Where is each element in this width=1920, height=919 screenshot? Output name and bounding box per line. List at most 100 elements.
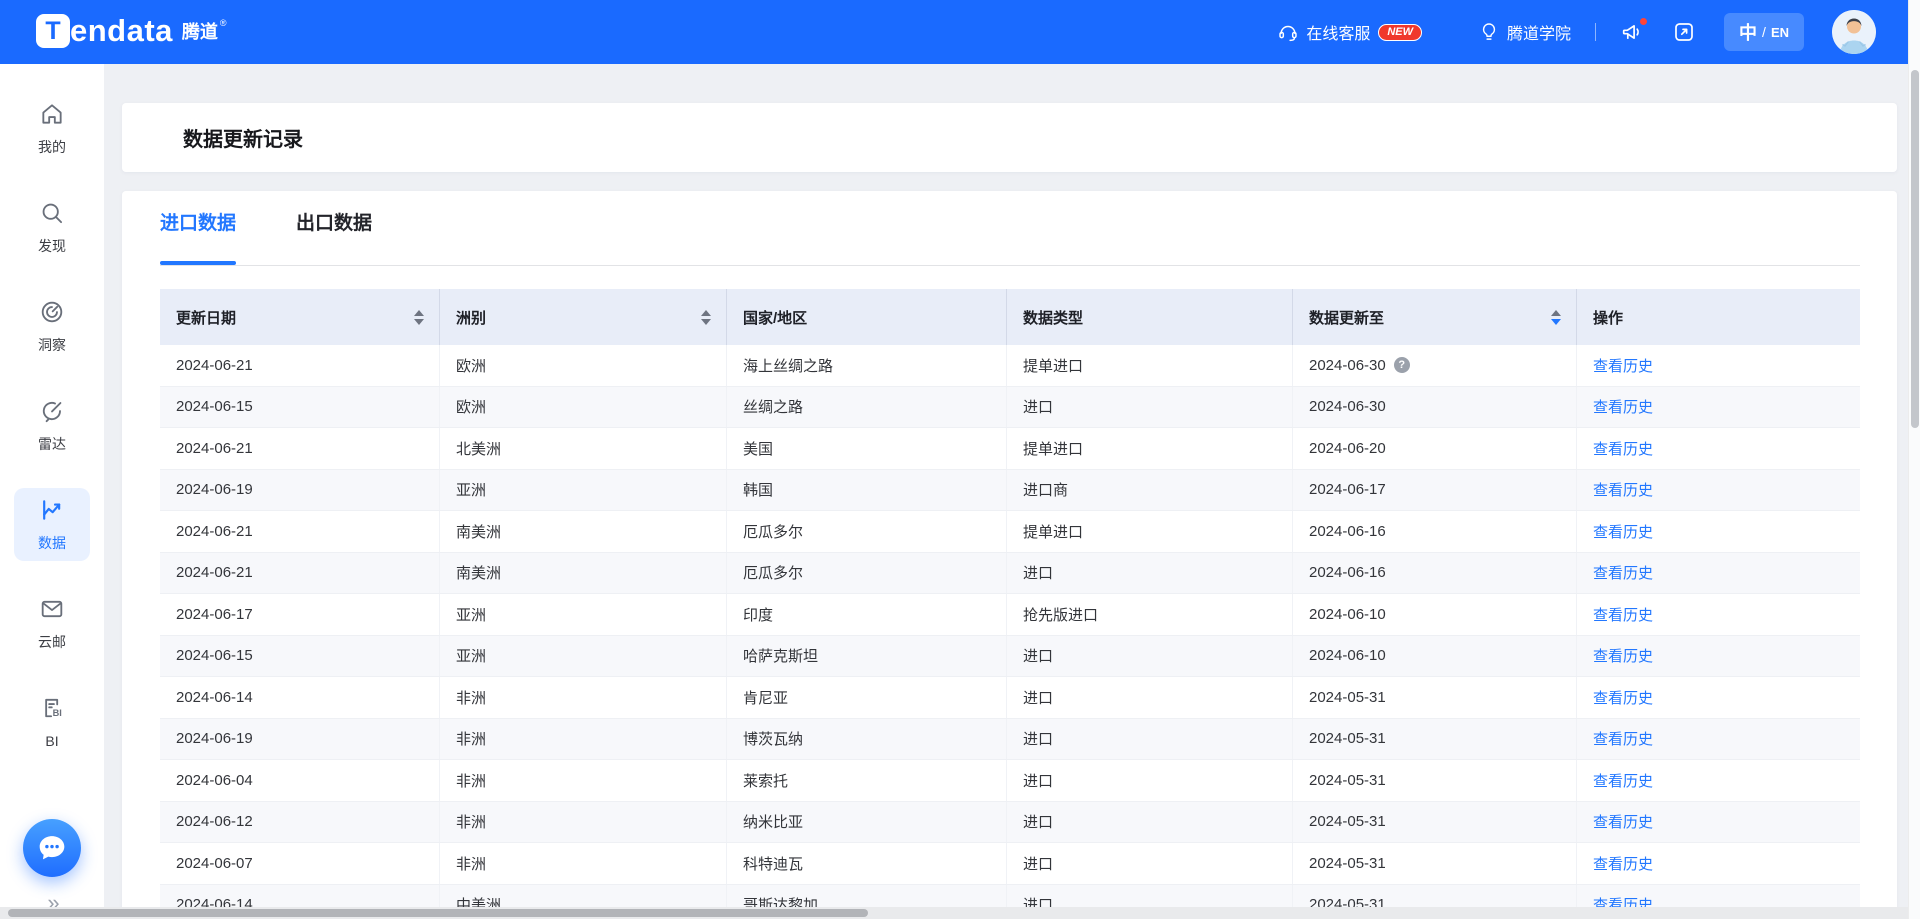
view-history-link[interactable]: 查看历史 <box>1593 438 1653 459</box>
view-history-link[interactable]: 查看历史 <box>1593 562 1653 583</box>
column-header-label: 洲别 <box>456 307 486 328</box>
announcement-button[interactable] <box>1620 20 1644 44</box>
view-history-link[interactable]: 查看历史 <box>1593 521 1653 542</box>
column-header-continent[interactable]: 洲别 <box>440 289 727 345</box>
cell-value: 丝绸之路 <box>743 396 803 417</box>
tab-export-data[interactable]: 出口数据 <box>296 213 372 265</box>
view-history-link[interactable]: 查看历史 <box>1593 811 1653 832</box>
column-header-updated_to[interactable]: 数据更新至 <box>1293 289 1577 345</box>
headset-icon <box>1277 21 1299 43</box>
cell-updated_to: 2024-06-16 <box>1293 553 1577 594</box>
cell-date: 2024-06-21 <box>160 428 440 469</box>
cell-value: 提单进口 <box>1023 521 1083 542</box>
sidebar-item-label: 我的 <box>38 139 66 156</box>
cell-type: 进口 <box>1007 760 1293 801</box>
sort-descending-icon <box>414 319 424 325</box>
brand-logo[interactable]: T endata 腾道 ® <box>36 12 227 52</box>
cell-country: 印度 <box>727 594 1007 635</box>
view-history-link[interactable]: 查看历史 <box>1593 479 1653 500</box>
view-history-link[interactable]: 查看历史 <box>1593 728 1653 749</box>
sidebar-item-insight[interactable]: 洞察 <box>14 290 90 363</box>
view-history-link[interactable]: 查看历史 <box>1593 604 1653 625</box>
cell-country: 韩国 <box>727 470 1007 511</box>
mail-icon <box>39 596 65 627</box>
view-history-link[interactable]: 查看历史 <box>1593 770 1653 791</box>
cell-updated_to: 2024-05-31 <box>1293 802 1577 843</box>
column-header-label: 更新日期 <box>176 307 236 328</box>
cell-date: 2024-06-17 <box>160 594 440 635</box>
cell-country: 博茨瓦纳 <box>727 719 1007 760</box>
fullscreen-button[interactable] <box>1672 20 1696 44</box>
cell-value: 科特迪瓦 <box>743 853 803 874</box>
cell-value: 2024-06-15 <box>176 647 253 664</box>
cell-country: 海上丝绸之路 <box>727 345 1007 386</box>
language-switch-button[interactable]: 中 / EN <box>1724 13 1804 51</box>
column-header-label: 数据类型 <box>1023 307 1083 328</box>
view-history-link[interactable]: 查看历史 <box>1593 645 1653 666</box>
cell-value: 亚洲 <box>456 604 486 625</box>
help-icon[interactable]: ? <box>1394 357 1410 373</box>
cell-continent: 北美洲 <box>440 428 727 469</box>
user-avatar[interactable] <box>1832 10 1876 54</box>
cell-type: 进口 <box>1007 387 1293 428</box>
cell-type: 进口 <box>1007 802 1293 843</box>
logo-t-icon: T <box>36 14 70 48</box>
notification-dot <box>1639 17 1648 26</box>
tab-import-data[interactable]: 进口数据 <box>160 213 236 265</box>
sidebar-item-home[interactable]: 我的 <box>14 92 90 165</box>
table-row: 2024-06-12非洲纳米比亚进口2024-05-31查看历史 <box>160 802 1860 844</box>
lightbulb-icon <box>1478 21 1500 43</box>
cell-value: 进口 <box>1023 770 1053 791</box>
sort-control[interactable] <box>701 310 711 325</box>
lang-separator: / <box>1762 24 1766 40</box>
cell-value: 非洲 <box>456 728 486 749</box>
sidebar-item-radar[interactable]: 雷达 <box>14 389 90 462</box>
cell-continent: 非洲 <box>440 719 727 760</box>
cell-continent: 非洲 <box>440 843 727 884</box>
vertical-scrollbar-track[interactable] <box>1908 0 1920 919</box>
column-header-action: 操作 <box>1577 289 1860 345</box>
vertical-scrollbar-thumb[interactable] <box>1911 70 1919 428</box>
academy-button[interactable]: 腾道学院 <box>1478 20 1571 44</box>
cell-updated_to: 2024-06-30 <box>1293 387 1577 428</box>
cell-country: 肯尼亚 <box>727 677 1007 718</box>
cell-value: 进口 <box>1023 811 1053 832</box>
sort-ascending-icon <box>414 310 424 316</box>
expand-icon <box>1672 20 1696 44</box>
sidebar-item-label: BI <box>45 733 58 750</box>
view-history-link[interactable]: 查看历史 <box>1593 355 1653 376</box>
sort-control[interactable] <box>414 310 424 325</box>
cell-value: 2024-06-17 <box>1309 481 1386 498</box>
sidebar-item-discover[interactable]: 发现 <box>14 191 90 264</box>
cell-value: 非洲 <box>456 687 486 708</box>
table-row: 2024-06-21南美洲厄瓜多尔提单进口2024-06-16查看历史 <box>160 511 1860 553</box>
cell-value: 2024-05-31 <box>1309 772 1386 789</box>
sidebar-item-data[interactable]: 数据 <box>14 488 90 561</box>
view-history-link[interactable]: 查看历史 <box>1593 853 1653 874</box>
horizontal-scrollbar-track[interactable] <box>0 907 1908 919</box>
online-service-button[interactable]: 在线客服 NEW <box>1277 20 1422 44</box>
cell-value: 2024-06-12 <box>176 813 253 830</box>
sidebar-item-bi[interactable]: BIBI <box>14 686 90 759</box>
view-history-link[interactable]: 查看历史 <box>1593 396 1653 417</box>
cell-value: 非洲 <box>456 770 486 791</box>
horizontal-scrollbar-thumb[interactable] <box>8 909 868 917</box>
cell-action: 查看历史 <box>1577 345 1860 386</box>
cell-value: 2024-06-04 <box>176 772 253 789</box>
cell-updated_to: 2024-05-31 <box>1293 760 1577 801</box>
cell-value: 非洲 <box>456 811 486 832</box>
cell-value: 2024-06-15 <box>176 398 253 415</box>
cell-value: 美国 <box>743 438 773 459</box>
cell-value: 2024-06-10 <box>1309 647 1386 664</box>
sidebar: 我的发现洞察雷达数据云邮BIBI » <box>0 64 104 919</box>
column-header-type: 数据类型 <box>1007 289 1293 345</box>
cell-value: 2024-05-31 <box>1309 855 1386 872</box>
table-row: 2024-06-15欧洲丝绸之路进口2024-06-30查看历史 <box>160 387 1860 429</box>
column-header-date[interactable]: 更新日期 <box>160 289 440 345</box>
sidebar-item-mail[interactable]: 云邮 <box>14 587 90 660</box>
avatar-illustration <box>1832 10 1876 54</box>
view-history-link[interactable]: 查看历史 <box>1593 687 1653 708</box>
chat-support-button[interactable] <box>23 819 81 877</box>
sort-control[interactable] <box>1551 310 1561 325</box>
cell-action: 查看历史 <box>1577 594 1860 635</box>
